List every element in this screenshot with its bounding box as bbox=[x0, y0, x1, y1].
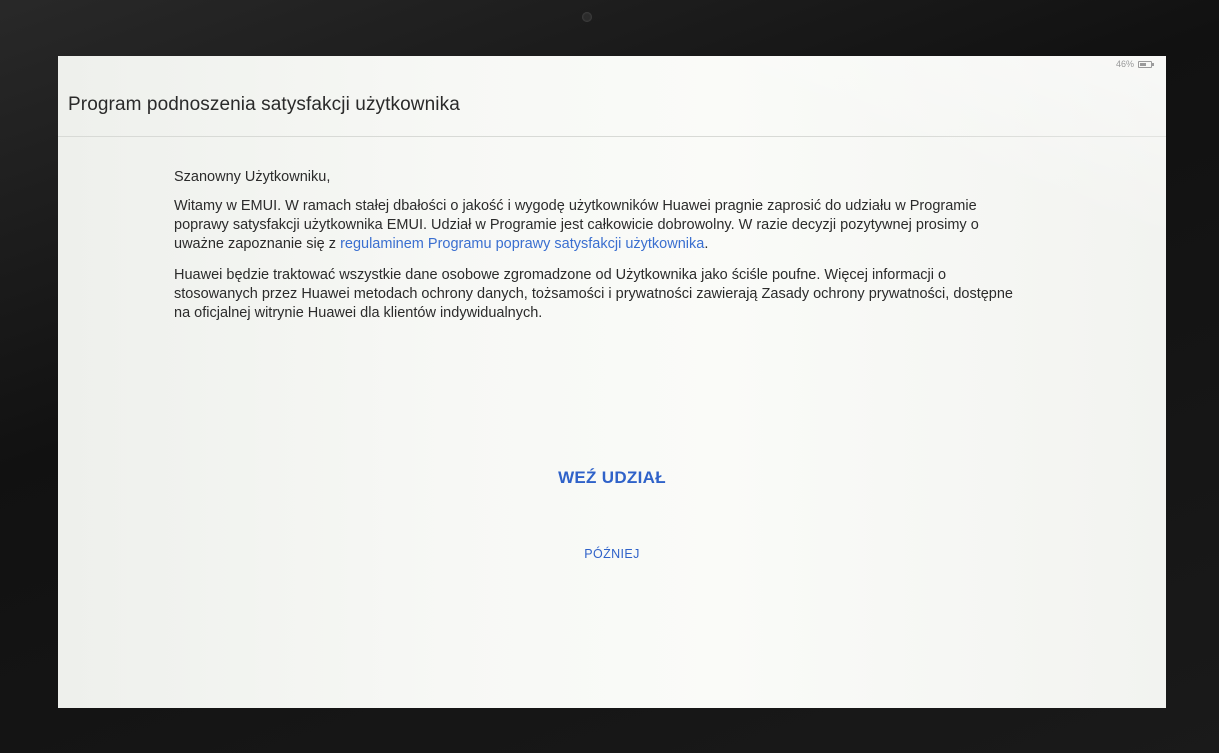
tablet-screen: 46% Program podnoszenia satysfakcji użyt… bbox=[58, 56, 1166, 708]
terms-link[interactable]: regulaminem Programu poprawy satysfakcji… bbox=[340, 236, 704, 252]
front-camera bbox=[582, 12, 592, 22]
screen-glare bbox=[58, 56, 1166, 708]
title-bar: Program podnoszenia satysfakcji użytkown… bbox=[58, 56, 1166, 137]
greeting: Szanowny Użytkowniku, bbox=[174, 169, 331, 185]
join-button[interactable]: WEŹ UDZIAŁ bbox=[532, 468, 692, 488]
content: Szanowny Użytkowniku, Witamy w EMUI. W r… bbox=[174, 168, 1014, 335]
later-button[interactable]: PÓŹNIEJ bbox=[552, 547, 672, 561]
privacy-paragraph: Huawei będzie traktować wszystkie dane o… bbox=[174, 267, 1013, 321]
intro-end: . bbox=[704, 236, 709, 252]
page-title: Program podnoszenia satysfakcji użytkown… bbox=[68, 94, 460, 115]
photo-frame: 46% Program podnoszenia satysfakcji użyt… bbox=[0, 0, 1219, 753]
intro-paragraph: Witamy w EMUI. W ramach stałej dbałości … bbox=[174, 197, 1014, 254]
